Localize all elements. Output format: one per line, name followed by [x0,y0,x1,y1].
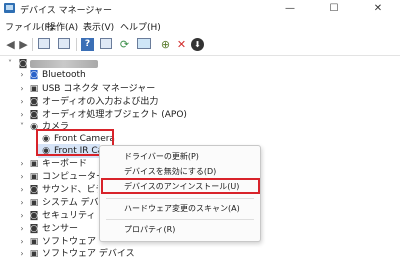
toolbar-separator [76,38,77,51]
software-icon: ▣ [29,237,39,247]
help-icon[interactable]: ? [81,38,94,51]
menu-help[interactable]: ヘルプ(H) [120,20,161,33]
menu-item-properties[interactable]: プロパティ(R) [124,225,175,235]
tree-item-bluetooth[interactable]: › ◙ Bluetooth [0,68,400,82]
disable-device-icon[interactable]: ⬇ [191,38,204,51]
security-icon: ◙ [29,211,39,221]
camera-icon: ◉ [30,122,38,132]
menu-item-uninstall-device[interactable]: デバイスのアンインストール(U) [124,182,239,192]
camera-icon: ◉ [42,134,50,144]
forward-arrow-icon[interactable]: ▶ [17,38,30,51]
menu-separator [106,198,254,199]
redacted-computer-name [30,60,98,68]
chevron-right-icon[interactable]: › [18,171,26,183]
software-icon: ▣ [29,249,39,259]
tree-item-label: センサー [42,224,79,234]
show-hidden-icon[interactable] [58,38,70,49]
menu-action[interactable]: 操作(A) [47,20,78,33]
chevron-right-icon[interactable]: › [18,96,26,108]
menu-view[interactable]: 表示(V) [83,20,114,33]
menu-file[interactable]: ファイル(F) [5,20,53,33]
menu-item-update-driver[interactable]: ドライバーの更新(P) [124,152,199,162]
camera-icon: ◉ [42,146,50,156]
usb-icon: ▣ [29,84,39,94]
monitor-icon[interactable] [137,38,151,49]
tree-item-usb-connector-manager[interactable]: › ▣ USB コネクタ マネージャー [0,82,400,96]
tree-item-label: オーディオの入力および出力 [42,97,159,107]
maximize-button[interactable]: ☐ [312,0,356,17]
tree-item-label: システム デバイス [42,198,98,208]
keyboard-icon: ▣ [29,159,39,169]
toolbar: ◀ ▶ ? ⟳ ⊕ ✕ ⬇ [0,34,400,56]
scan-hardware-icon[interactable]: ⟳ [118,38,131,51]
back-arrow-icon[interactable]: ◀ [4,38,17,51]
tree-item-label: セキュリティ デバイス [42,211,98,221]
toolbar-separator [32,38,33,51]
title-bar: デバイス マネージャー — ☐ ✕ [0,0,400,17]
chevron-right-icon[interactable]: › [18,248,26,260]
device-manager-app-icon [4,3,15,13]
chevron-right-icon[interactable]: › [18,83,26,95]
tree-item-label: サウンド、ビデオ、およびゲーム コントローラー [42,185,98,195]
menu-bar: ファイル(F) 操作(A) 表示(V) ヘルプ(H) [0,17,400,34]
chevron-right-icon[interactable]: › [18,184,26,196]
speaker-icon: ◙ [29,110,39,120]
tree-item-software-devices[interactable]: › ▣ ソフトウェア デバイス [0,247,400,261]
tree-item-label: キーボード [42,159,88,169]
sensor-icon: ◙ [29,224,39,234]
chevron-right-icon[interactable]: › [18,210,26,222]
window-title: デバイス マネージャー [20,6,112,16]
tree-item-label: ソフトウェア デバイス [42,249,135,259]
system-icon: ▣ [29,198,39,208]
tree-item-front-ir-camera[interactable]: ◉ Front IR Cam [38,144,112,158]
chevron-right-icon[interactable]: › [18,223,26,235]
context-menu: ドライバーの更新(P) デバイスを無効にする(D) デバイスのアンインストール(… [99,145,261,242]
bluetooth-icon: ◙ [29,70,39,80]
menu-separator [106,219,254,220]
view-icon[interactable] [100,38,112,49]
chevron-right-icon[interactable]: › [18,197,26,209]
update-driver-icon[interactable]: ⊕ [159,38,172,51]
tree-item-label: Bluetooth [42,70,86,80]
chevron-right-icon[interactable]: › [18,69,26,81]
uninstall-icon[interactable]: ✕ [175,38,188,51]
speaker-icon: ◙ [29,185,39,195]
menu-item-disable-device[interactable]: デバイスを無効にする(D) [124,167,216,177]
close-button[interactable]: ✕ [356,0,400,17]
menu-item-scan-hardware[interactable]: ハードウェア変更のスキャン(A) [124,204,240,214]
tree-item-label: USB コネクタ マネージャー [42,84,156,94]
properties-icon[interactable] [38,38,50,49]
tree-item-label: コンピューター [42,172,106,182]
monitor-icon: ▣ [29,172,39,182]
speaker-icon: ◙ [29,97,39,107]
tree-item-audio-io[interactable]: › ◙ オーディオの入力および出力 [0,95,400,109]
minimize-button[interactable]: — [268,0,312,17]
chevron-right-icon[interactable]: › [18,158,26,170]
